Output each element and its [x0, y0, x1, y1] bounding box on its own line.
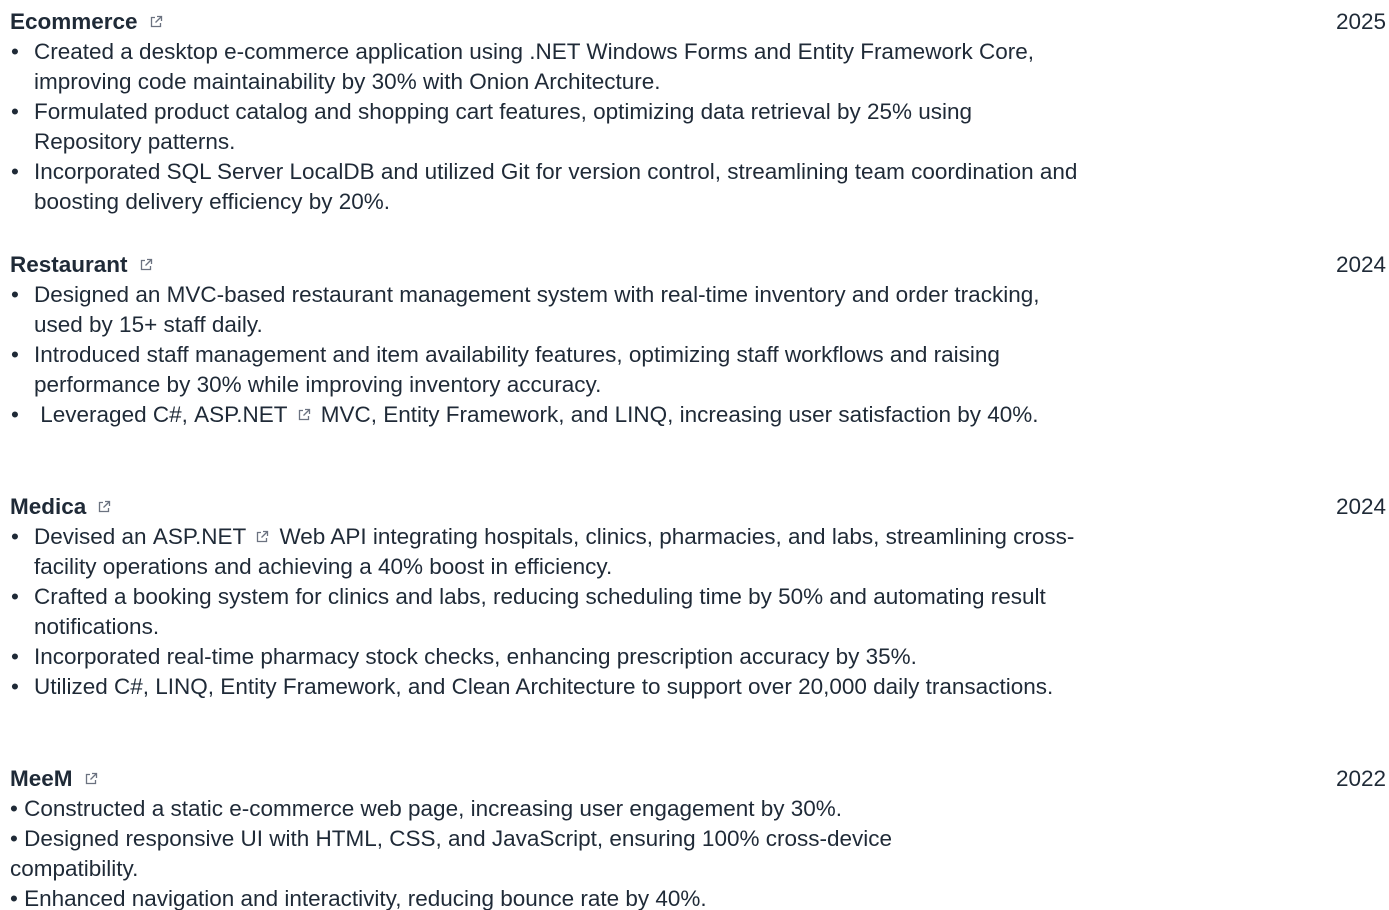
project-header: MeeM 2022 — [10, 764, 1386, 794]
bullet-paragraphs: • Constructed a static e-commerce web pa… — [10, 794, 1386, 910]
project-header: Medica 2024 — [10, 492, 1386, 522]
bullet-text-before: Devised an — [34, 524, 153, 549]
bullet-item: Utilized C#, LINQ, Entity Framework, and… — [10, 672, 1085, 702]
bullet-item: Created a desktop e-commerce application… — [10, 37, 1085, 97]
project-header: Ecommerce 2025 — [10, 7, 1386, 37]
bullet-item: Incorporated SQL Server LocalDB and util… — [10, 157, 1085, 217]
project-header: Restaurant 2024 — [10, 250, 1386, 280]
project-year: 2025 — [1335, 9, 1386, 34]
bullet-list: Created a desktop e-commerce application… — [10, 37, 1085, 217]
external-link-icon — [84, 772, 98, 786]
project-medica: Medica 2024 Devised an ASP.NET Web API i… — [10, 492, 1386, 702]
external-link-icon — [97, 500, 111, 514]
bullet-list: Devised an ASP.NET Web API integrating h… — [10, 522, 1085, 702]
bullet-paragraph: • Constructed a static e-commerce web pa… — [10, 796, 843, 821]
project-title: MeeM — [10, 766, 73, 791]
aspnet-link[interactable]: ASP.NET — [153, 522, 273, 552]
bullet-item: Leveraged C#, ASP.NET MVC, Entity Framew… — [10, 400, 1085, 430]
external-link-icon — [139, 258, 153, 272]
aspnet-link-label: ASP.NET — [194, 402, 288, 427]
external-link-icon — [149, 15, 163, 29]
bullet-text-after: MVC, Entity Framework, and LINQ, increas… — [314, 402, 1039, 427]
project-title-link[interactable]: Restaurant — [10, 250, 153, 280]
external-link-icon — [297, 408, 311, 422]
project-title: Restaurant — [10, 252, 128, 277]
project-ecommerce: Ecommerce 2025 Created a desktop e-comme… — [10, 7, 1386, 217]
bullet-item: Designed an MVC-based restaurant managem… — [10, 280, 1085, 340]
project-year: 2024 — [1335, 494, 1386, 519]
project-restaurant: Restaurant 2024 Designed an MVC-based re… — [10, 250, 1386, 430]
external-link-icon — [255, 530, 269, 544]
aspnet-link[interactable]: ASP.NET — [194, 400, 314, 430]
project-year: 2022 — [1335, 766, 1386, 791]
aspnet-link-label: ASP.NET — [152, 524, 247, 549]
project-title: Medica — [10, 494, 87, 519]
project-title-link[interactable]: Ecommerce — [10, 7, 163, 37]
bullet-text-before: Leveraged C#, — [34, 402, 195, 427]
project-title-link[interactable]: MeeM — [10, 764, 98, 794]
bullet-paragraph: • Enhanced navigation and interactivity,… — [10, 886, 707, 910]
bullet-item: Crafted a booking system for clinics and… — [10, 582, 1085, 642]
project-title: Ecommerce — [10, 9, 138, 34]
project-meem: MeeM 2022 • Constructed a static e-comme… — [10, 764, 1386, 910]
bullet-item: Introduced staff management and item ava… — [10, 340, 1085, 400]
bullet-item: Devised an ASP.NET Web API integrating h… — [10, 522, 1085, 582]
project-year: 2024 — [1335, 252, 1386, 277]
project-title-link[interactable]: Medica — [10, 492, 111, 522]
bullet-item: Formulated product catalog and shopping … — [10, 97, 1085, 157]
bullet-paragraph: • Designed responsive UI with HTML, CSS,… — [10, 826, 893, 881]
bullet-item: Incorporated real-time pharmacy stock ch… — [10, 642, 1085, 672]
bullet-list: Designed an MVC-based restaurant managem… — [10, 280, 1085, 430]
